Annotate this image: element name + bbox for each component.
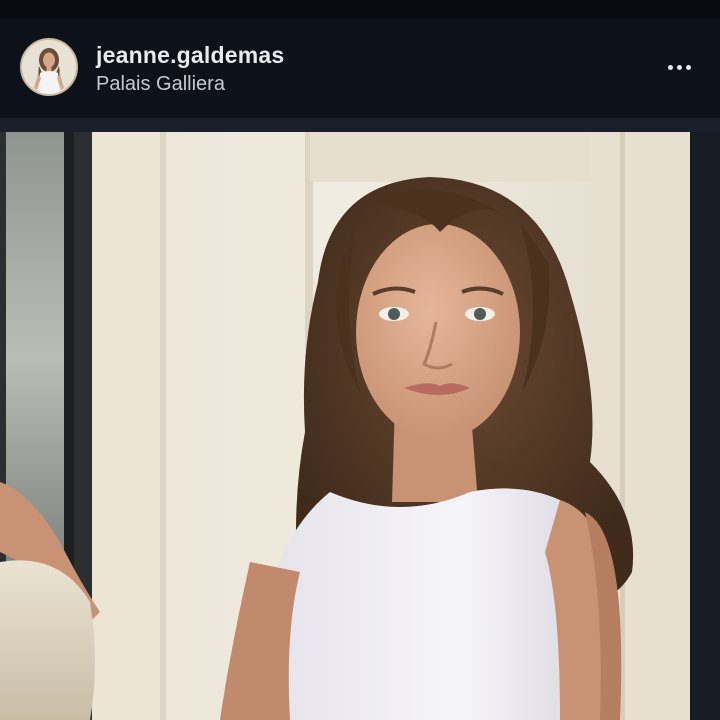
portrait-photo [0, 132, 690, 720]
location-link[interactable]: Palais Galliera [96, 73, 225, 96]
username[interactable]: jeanne.galdemas [96, 42, 284, 69]
right-gutter [690, 132, 720, 720]
post-header: jeanne.galdemas Palais Galliera [0, 18, 720, 118]
header-divider [0, 118, 720, 132]
avatar-image [22, 40, 76, 94]
avatar[interactable] [20, 38, 78, 96]
more-options-button[interactable] [652, 52, 706, 82]
post-photo[interactable] [0, 132, 690, 720]
post-screen: jeanne.galdemas Palais Galliera [0, 0, 720, 720]
ellipsis-horizontal-icon [667, 64, 673, 70]
status-strip [0, 0, 720, 18]
